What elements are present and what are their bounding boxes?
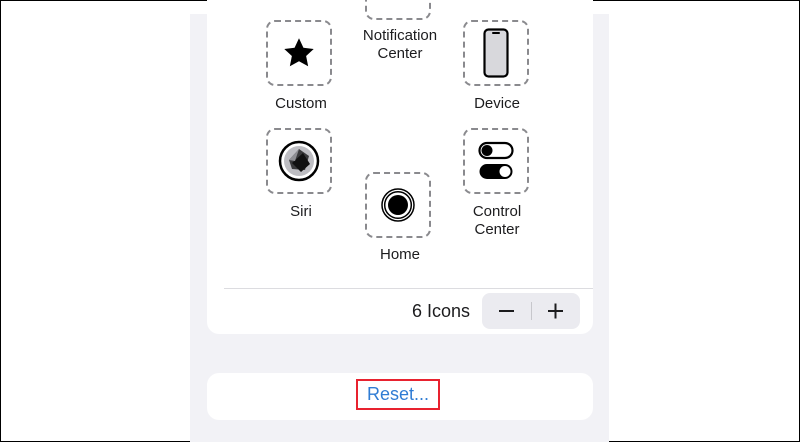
control-center-label: Control Center (472, 203, 522, 238)
home-button-icon (381, 188, 415, 222)
siri-icon (278, 140, 320, 182)
iphone-device-icon (483, 28, 509, 78)
reset-button[interactable]: Reset... (356, 379, 440, 410)
home-tile[interactable] (365, 172, 431, 238)
increase-button[interactable] (531, 293, 580, 329)
divider (224, 288, 593, 289)
icon-count-label: 6 Icons (411, 301, 470, 321)
device-label: Device (474, 95, 520, 112)
home-label: Home (379, 246, 420, 263)
control-center-toggles-icon (478, 141, 514, 179)
siri-label: Siri (290, 203, 312, 220)
notification-center-tile[interactable] (365, 0, 431, 20)
star-icon (284, 38, 314, 67)
control-center-tile[interactable] (463, 128, 529, 194)
decrease-button[interactable] (482, 293, 531, 329)
custom-tile[interactable] (266, 20, 332, 86)
device-tile[interactable] (463, 20, 529, 86)
notification-center-label: Notification Center (362, 27, 438, 62)
siri-tile[interactable] (266, 128, 332, 194)
custom-label: Custom (275, 95, 327, 112)
minus-icon (499, 310, 514, 312)
icon-count-stepper[interactable] (482, 293, 580, 329)
plus-icon (548, 303, 563, 319)
